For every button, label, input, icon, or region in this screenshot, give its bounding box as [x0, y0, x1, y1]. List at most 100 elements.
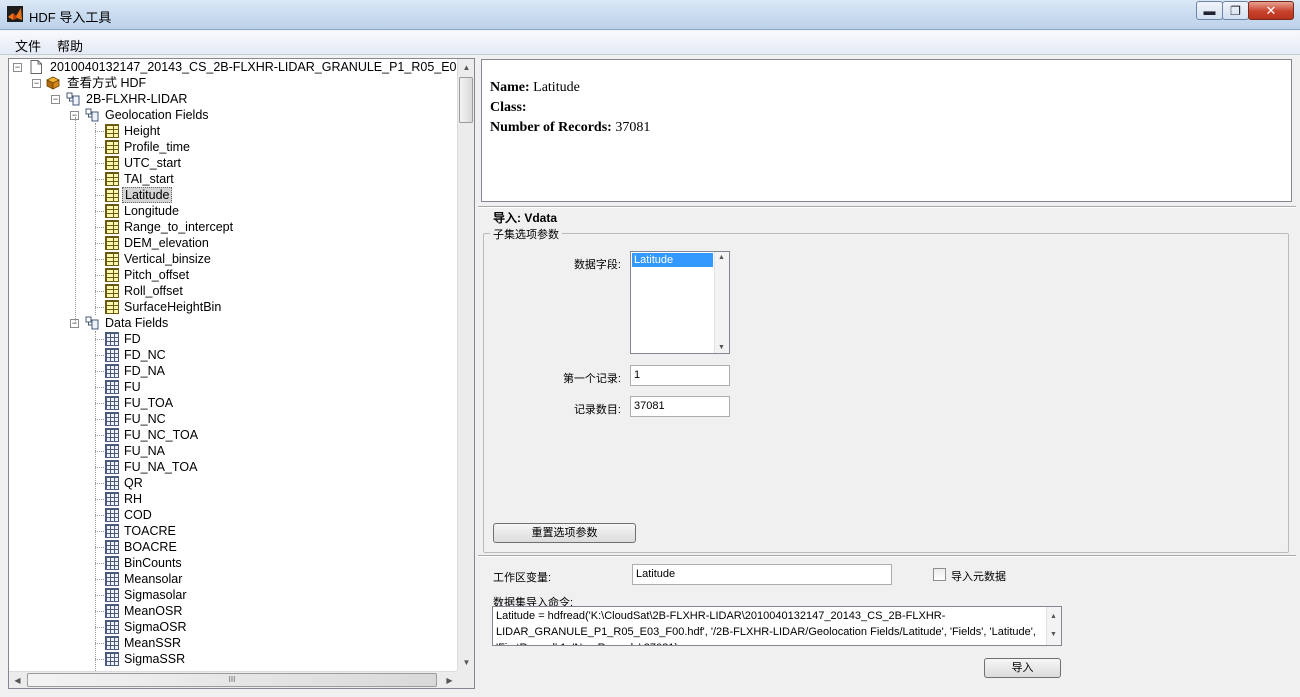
tree-item-geo-field[interactable]: UTC_start — [122, 155, 183, 171]
tree-vertical-scrollbar[interactable]: ▲ ▼ — [457, 59, 474, 671]
tree-item-data-field[interactable]: RH — [122, 491, 144, 507]
scroll-right-icon[interactable]: ▶ — [441, 672, 458, 688]
tree-item-data-fields[interactable]: Data Fields — [103, 315, 170, 331]
data-field-label: 数据字段: — [573, 259, 621, 271]
sds-grid-icon — [105, 476, 119, 490]
tree-item-geo-field[interactable]: Vertical_binsize — [122, 251, 213, 267]
tree-connector — [95, 339, 104, 340]
list-item[interactable]: Latitude — [632, 253, 713, 267]
vdata-table-icon — [105, 236, 119, 250]
close-button[interactable]: ✕ — [1248, 1, 1294, 20]
tree-connector — [95, 179, 104, 180]
tree-item-data-field[interactable]: SigmaSSR — [122, 651, 187, 667]
import-button[interactable]: 导入 — [984, 658, 1061, 678]
tree-item-geo-field[interactable]: SurfaceHeightBin — [122, 299, 223, 315]
scroll-up-icon[interactable]: ▲ — [458, 59, 474, 76]
tree-item-geo-field[interactable]: DEM_elevation — [122, 235, 211, 251]
scroll-down-icon[interactable]: ▼ — [718, 344, 725, 351]
tree-item-data-field[interactable]: TOACRE — [122, 523, 178, 539]
tree-item-geo-field[interactable]: Latitude — [122, 187, 173, 203]
maximize-button[interactable]: ❐ — [1222, 1, 1249, 20]
menu-help[interactable]: 帮助 — [57, 36, 83, 55]
data-field-listbox[interactable]: Latitude ▲ ▼ — [630, 251, 730, 354]
sds-grid-icon — [105, 332, 119, 346]
object-info-panel: Name: Latitude Class: Number of Records:… — [481, 59, 1292, 202]
command-scrollbar[interactable]: ▲ ▼ — [1046, 607, 1061, 645]
title-bar: HDF 导入工具 ▬ ❐ ✕ — [0, 0, 1300, 30]
tree-item-data-field[interactable]: FU_NC — [122, 411, 168, 427]
tree-item-geo-field[interactable]: Roll_offset — [122, 283, 185, 299]
tree-connector — [95, 595, 104, 596]
tree-item-data-field[interactable]: FD_NC — [122, 347, 168, 363]
menu-file[interactable]: 文件 — [15, 36, 41, 55]
scroll-down-icon[interactable]: ▼ — [458, 654, 474, 671]
minimize-button[interactable]: ▬ — [1196, 1, 1223, 20]
tree-item-product[interactable]: 2B-FLXHR-LIDAR — [84, 91, 189, 107]
scroll-down-icon[interactable]: ▼ — [1050, 627, 1057, 643]
sds-grid-icon — [105, 572, 119, 586]
tree-item-geo-field[interactable]: Pitch_offset — [122, 267, 191, 283]
tree-item-data-field[interactable]: FU_NA — [122, 443, 167, 459]
scroll-up-icon[interactable]: ▲ — [1050, 609, 1057, 625]
expander-view[interactable]: − — [32, 79, 41, 88]
tree-connector — [95, 499, 104, 500]
tree-connector — [95, 467, 104, 468]
tree-connector — [95, 371, 104, 372]
restore-icon: ❐ — [1230, 3, 1241, 18]
tree-connector — [95, 211, 104, 212]
tree-item-data-field[interactable]: FU — [122, 379, 143, 395]
tree-horizontal-scrollbar[interactable]: ◀ III ▶ — [9, 671, 458, 688]
import-metadata-checkbox[interactable] — [933, 568, 946, 581]
tree-item-data-field[interactable]: QR — [122, 475, 145, 491]
vdata-table-icon — [105, 252, 119, 266]
import-command-textarea[interactable]: Latitude = hdfread('K:\CloudSat\2B-FLXHR… — [492, 606, 1062, 646]
tree-item-data-field[interactable]: BOACRE — [122, 539, 179, 555]
tree-item-geo-field[interactable]: Height — [122, 123, 162, 139]
sds-grid-icon — [105, 364, 119, 378]
tree-item-geolocation-fields[interactable]: Geolocation Fields — [103, 107, 211, 123]
vgroup-icon — [85, 316, 99, 330]
tree-item-data-field[interactable]: FU_NC_TOA — [122, 427, 200, 443]
scroll-left-icon[interactable]: ◀ — [9, 672, 26, 688]
tree-connector — [95, 483, 104, 484]
tree-item-geo-field[interactable]: TAI_start — [122, 171, 176, 187]
sds-grid-icon — [105, 508, 119, 522]
tree-item-data-field[interactable]: MeanOSR — [122, 603, 184, 619]
tree-item-data-field[interactable]: BinCounts — [122, 555, 184, 571]
tree-item-geo-field[interactable]: Profile_time — [122, 139, 192, 155]
vdata-table-icon — [105, 300, 119, 314]
tree-connector — [95, 435, 104, 436]
tree-item-data-field[interactable]: Meansolar — [122, 571, 184, 587]
tree-item-data-field[interactable]: Sigmasolar — [122, 587, 189, 603]
expander-product[interactable]: − — [51, 95, 60, 104]
tree-item-data-field[interactable]: SigmaOSR — [122, 619, 189, 635]
hdf-tree[interactable]: − 2010040132147_20143_CS_2B-FLXHR-LIDAR_… — [8, 58, 475, 689]
workspace-variable-input[interactable]: Latitude — [632, 564, 892, 585]
reset-options-button[interactable]: 重置选项参数 — [493, 523, 636, 543]
tree-item-data-field[interactable]: FD_NA — [122, 363, 167, 379]
sds-grid-icon — [105, 428, 119, 442]
tree-item-data-field[interactable]: FD — [122, 331, 143, 347]
window-title: HDF 导入工具 — [29, 10, 112, 25]
expander-root[interactable]: − — [13, 63, 22, 72]
tree-connector — [95, 547, 104, 548]
tree-item-data-field[interactable]: COD — [122, 507, 154, 523]
sds-grid-icon — [105, 540, 119, 554]
tree-item-geo-field[interactable]: Longitude — [122, 203, 181, 219]
scroll-thumb-horizontal[interactable]: III — [27, 673, 437, 687]
tree-item-data-field[interactable]: FU_NA_TOA — [122, 459, 199, 475]
minimize-icon: ▬ — [1203, 3, 1216, 18]
num-records-input[interactable]: 37081 — [630, 396, 730, 417]
tree-item-view-hdf[interactable]: 查看方式 HDF — [65, 75, 148, 91]
first-record-input[interactable]: 1 — [630, 365, 730, 386]
tree-item-root[interactable]: 2010040132147_20143_CS_2B-FLXHR-LIDAR_GR… — [48, 59, 474, 75]
scroll-up-icon[interactable]: ▲ — [718, 254, 725, 261]
tree-item-geo-field[interactable]: Range_to_intercept — [122, 219, 235, 235]
vdata-table-icon — [105, 220, 119, 234]
tree-item-data-field[interactable]: MeanSSR — [122, 635, 183, 651]
listbox-scrollbar[interactable]: ▲ ▼ — [714, 252, 729, 353]
num-records-label: 记录数目: — [573, 404, 621, 416]
tree-connector — [95, 451, 104, 452]
tree-item-data-field[interactable]: FU_TOA — [122, 395, 175, 411]
scroll-thumb[interactable] — [459, 77, 473, 123]
